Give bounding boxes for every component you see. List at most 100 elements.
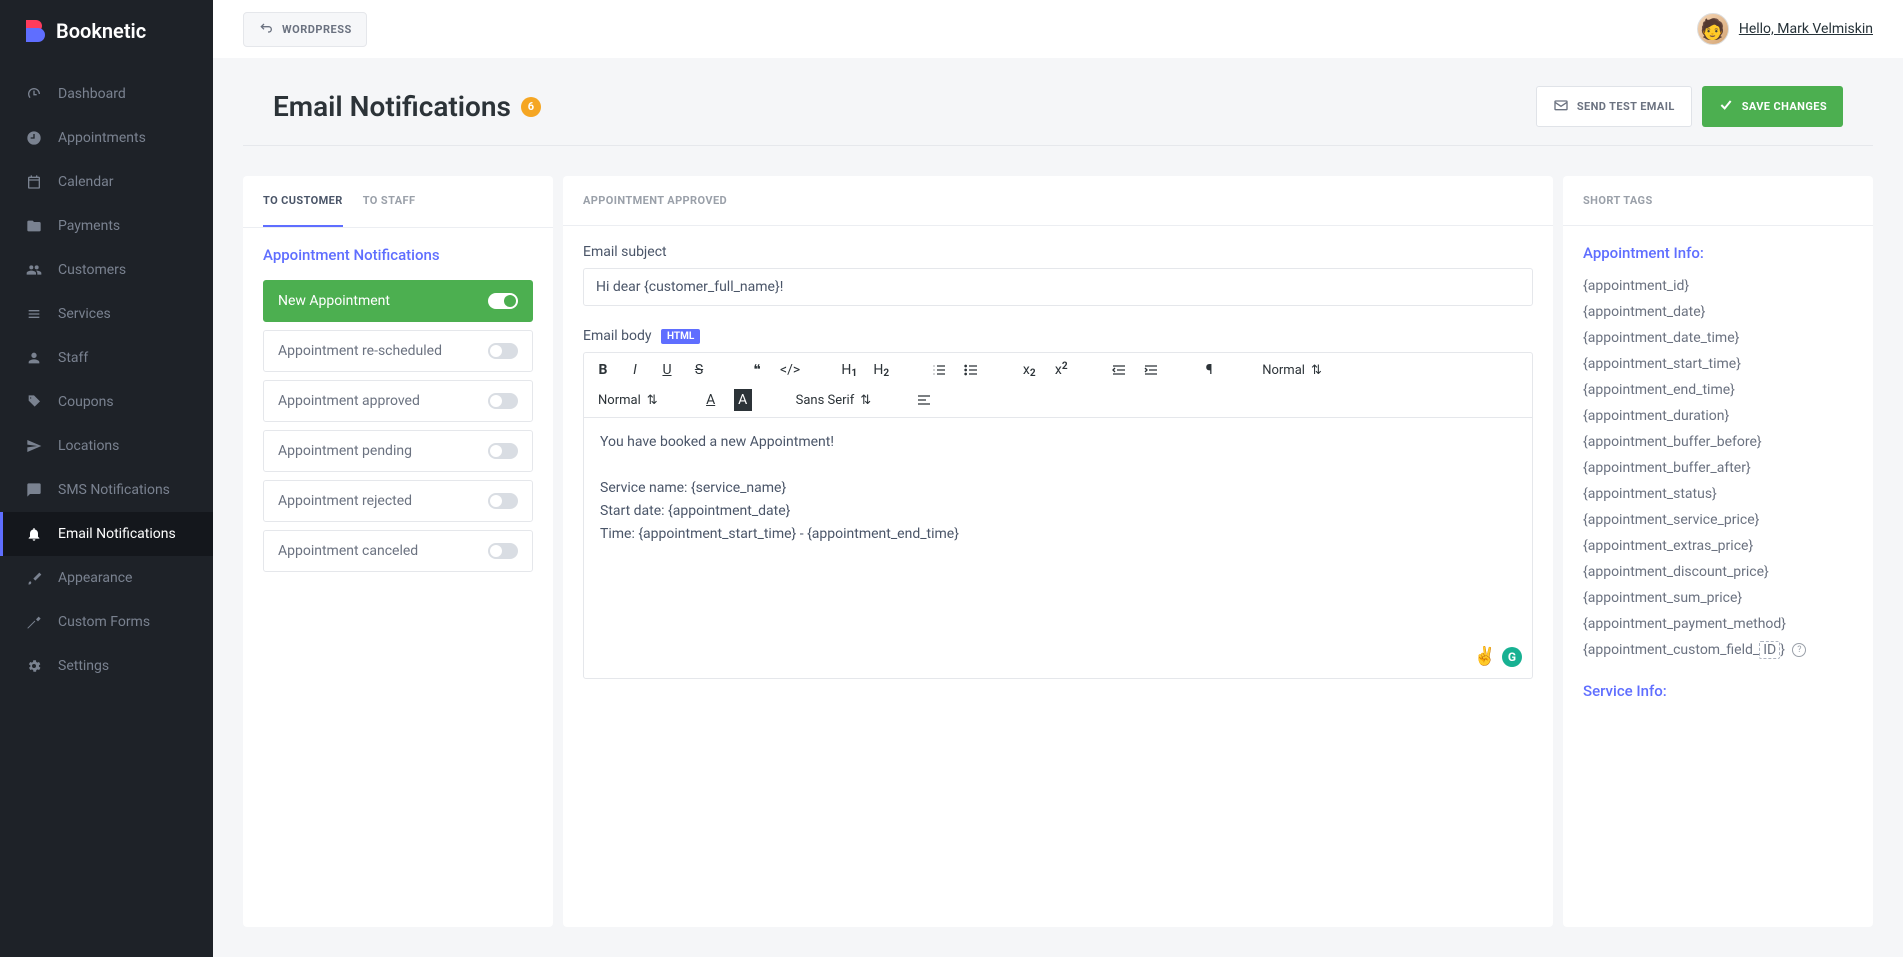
superscript-icon[interactable]: x2 xyxy=(1052,359,1070,381)
underline-icon[interactable]: U xyxy=(658,359,676,381)
toggle-switch[interactable] xyxy=(488,443,518,459)
notifications-section-title: Appointment Notifications xyxy=(263,246,533,264)
sidebar-item-appearance[interactable]: Appearance xyxy=(0,556,213,600)
short-tag[interactable]: {appointment_payment_method} xyxy=(1583,616,1853,632)
short-tag[interactable]: {appointment_status} xyxy=(1583,486,1853,502)
sidebar-item-dashboard[interactable]: Dashboard xyxy=(0,72,213,116)
notification-list: New Appointment Appointment re-scheduled A… xyxy=(263,280,533,572)
custom-field-tag[interactable]: {appointment_custom_field_ID} ? xyxy=(1583,642,1853,658)
sidebar-item-custom-forms[interactable]: Custom Forms xyxy=(0,600,213,644)
short-tag[interactable]: {appointment_id} xyxy=(1583,278,1853,294)
short-tag[interactable]: {appointment_discount_price} xyxy=(1583,564,1853,580)
notification-appointment-re-scheduled[interactable]: Appointment re-scheduled xyxy=(263,330,533,372)
sidebar-item-appointments[interactable]: Appointments xyxy=(0,116,213,160)
editor-body[interactable]: You have booked a new Appointment! Servi… xyxy=(584,418,1532,678)
indent-icon[interactable] xyxy=(1142,359,1160,381)
sidebar-item-payments[interactable]: Payments xyxy=(0,204,213,248)
sidebar-item-calendar[interactable]: Calendar xyxy=(0,160,213,204)
short-tag[interactable]: {appointment_start_time} xyxy=(1583,356,1853,372)
heading-select[interactable]: Normal⇅ xyxy=(1258,363,1326,378)
grammarly-icon[interactable]: G xyxy=(1502,647,1522,667)
recipient-tabs: TO CUSTOMER TO STAFF xyxy=(243,176,553,228)
notification-appointment-canceled[interactable]: Appointment canceled xyxy=(263,530,533,572)
bold-icon[interactable]: B xyxy=(594,359,612,381)
notification-appointment-rejected[interactable]: Appointment rejected xyxy=(263,480,533,522)
sidebar-item-email-notifications[interactable]: Email Notifications xyxy=(0,512,213,556)
emoji-icon[interactable]: ✌️ xyxy=(1474,643,1496,670)
text-color-icon[interactable]: A xyxy=(702,389,720,411)
sidebar-item-label: Dashboard xyxy=(58,86,126,102)
appointment-tags: {appointment_id} {appointment_date} {appoi… xyxy=(1583,278,1853,632)
size-select[interactable]: Normal⇅ xyxy=(594,393,662,408)
clock-icon xyxy=(24,130,44,146)
folder-icon xyxy=(24,218,44,234)
sidebar-item-coupons[interactable]: Coupons xyxy=(0,380,213,424)
h1-icon[interactable]: H1 xyxy=(840,359,858,381)
short-tag[interactable]: {appointment_buffer_before} xyxy=(1583,434,1853,450)
align-icon[interactable] xyxy=(915,389,933,411)
subscript-icon[interactable]: x2 xyxy=(1020,359,1038,381)
subject-input[interactable] xyxy=(583,268,1533,306)
short-tag[interactable]: {appointment_service_price} xyxy=(1583,512,1853,528)
toggle-switch[interactable] xyxy=(488,543,518,559)
send-test-label: SEND TEST EMAIL xyxy=(1577,100,1675,113)
short-tag[interactable]: {appointment_extras_price} xyxy=(1583,538,1853,554)
calendar-icon xyxy=(24,174,44,190)
send-test-button[interactable]: SEND TEST EMAIL xyxy=(1536,86,1692,127)
toggle-switch[interactable] xyxy=(488,293,518,309)
notification-label: Appointment approved xyxy=(278,393,420,409)
short-tag[interactable]: {appointment_end_time} xyxy=(1583,382,1853,398)
italic-icon[interactable]: I xyxy=(626,359,644,381)
logo: Booknetic xyxy=(0,0,213,62)
editor-panel: APPOINTMENT APPROVED Email subject Email… xyxy=(563,176,1553,927)
short-tag[interactable]: {appointment_date_time} xyxy=(1583,330,1853,346)
notification-appointment-approved[interactable]: Appointment approved xyxy=(263,380,533,422)
sidebar-item-label: Services xyxy=(58,306,111,322)
bg-color-icon[interactable]: A xyxy=(734,389,752,411)
outdent-icon[interactable] xyxy=(1110,359,1128,381)
sidebar: Booknetic Dashboard AppointmentsCalendarP… xyxy=(0,0,213,957)
save-label: SAVE CHANGES xyxy=(1742,100,1827,113)
short-tag[interactable]: {appointment_sum_price} xyxy=(1583,590,1853,606)
bell-icon xyxy=(24,526,44,542)
sidebar-item-staff[interactable]: Staff xyxy=(0,336,213,380)
html-badge[interactable]: HTML xyxy=(661,329,700,344)
strike-icon[interactable]: S xyxy=(690,359,708,381)
sidebar-item-settings[interactable]: Settings xyxy=(0,644,213,688)
direction-icon[interactable]: ¶ xyxy=(1200,359,1218,381)
sidebar-item-locations[interactable]: Locations xyxy=(0,424,213,468)
tab-customer[interactable]: TO CUSTOMER xyxy=(263,176,343,227)
short-tag[interactable]: {appointment_buffer_after} xyxy=(1583,460,1853,476)
page-header: Email Notifications 6 SEND TEST EMAIL SA… xyxy=(243,58,1873,146)
page-title: Email Notifications xyxy=(273,90,511,123)
editor-line: Start date: {appointment_date} xyxy=(600,501,1516,522)
toggle-switch[interactable] xyxy=(488,493,518,509)
sidebar-item-label: Email Notifications xyxy=(58,526,176,542)
ordered-list-icon[interactable] xyxy=(930,359,948,381)
toggle-switch[interactable] xyxy=(488,393,518,409)
editor-line xyxy=(600,455,1516,476)
sidebar-item-sms-notifications[interactable]: SMS Notifications xyxy=(0,468,213,512)
wordpress-button[interactable]: WORDPRESS xyxy=(243,12,367,47)
notification-new-appointment[interactable]: New Appointment xyxy=(263,280,533,322)
h2-icon[interactable]: H2 xyxy=(872,359,890,381)
sidebar-item-customers[interactable]: Customers xyxy=(0,248,213,292)
mail-icon xyxy=(1553,97,1569,116)
unordered-list-icon[interactable] xyxy=(962,359,980,381)
font-select[interactable]: Sans Serif⇅ xyxy=(792,393,876,408)
user-greeting: Hello, Mark Velmiskin xyxy=(1739,21,1873,37)
sidebar-item-services[interactable]: Services xyxy=(0,292,213,336)
count-badge: 6 xyxy=(521,97,541,117)
short-tag[interactable]: {appointment_date} xyxy=(1583,304,1853,320)
tab-staff[interactable]: TO STAFF xyxy=(363,176,416,227)
recipient-panel: TO CUSTOMER TO STAFF Appointment Notific… xyxy=(243,176,553,927)
save-button[interactable]: SAVE CHANGES xyxy=(1702,86,1843,127)
logo-icon xyxy=(24,18,46,44)
short-tag[interactable]: {appointment_duration} xyxy=(1583,408,1853,424)
quote-icon[interactable]: ❝ xyxy=(748,359,766,381)
code-icon[interactable]: </> xyxy=(780,359,800,381)
user-menu[interactable]: 🧑 Hello, Mark Velmiskin xyxy=(1697,13,1873,45)
help-icon[interactable]: ? xyxy=(1792,643,1806,657)
notification-appointment-pending[interactable]: Appointment pending xyxy=(263,430,533,472)
toggle-switch[interactable] xyxy=(488,343,518,359)
